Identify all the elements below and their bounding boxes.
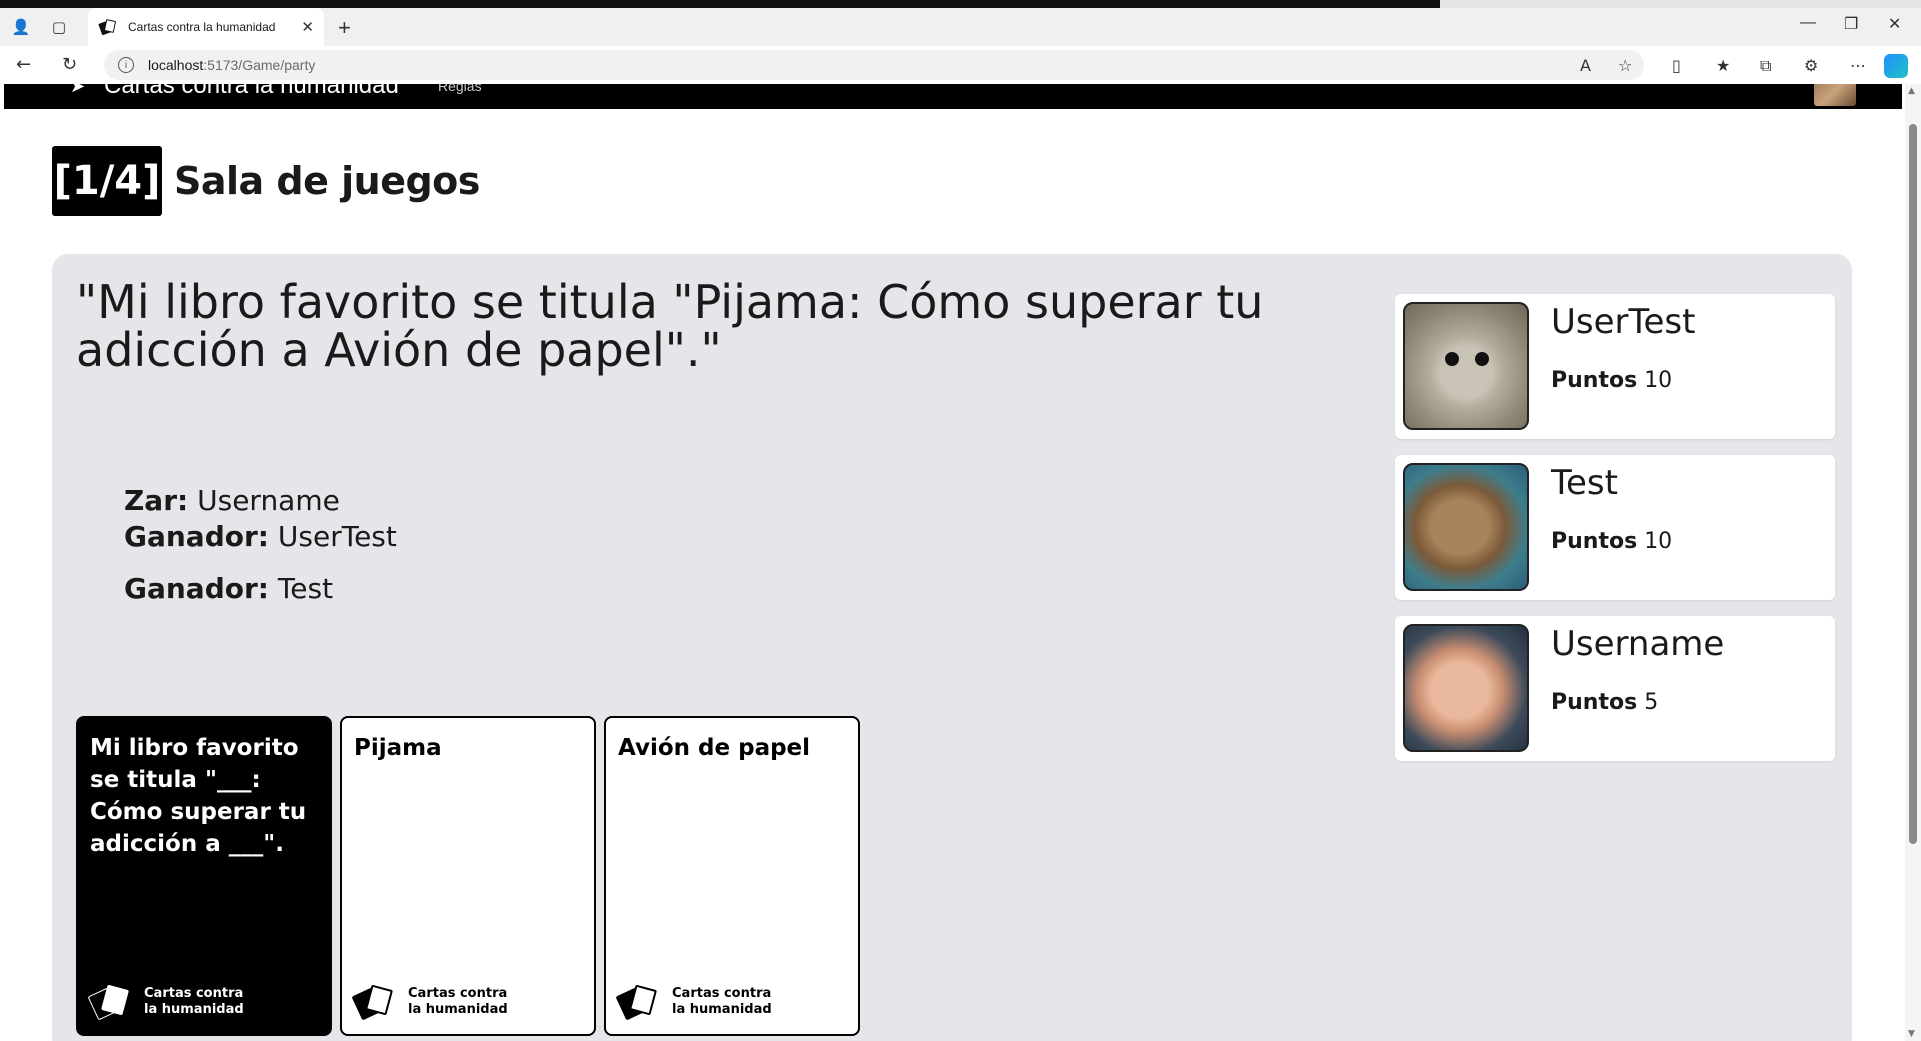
cards-favicon-icon (98, 19, 117, 36)
reload-icon[interactable]: ↻ (62, 54, 77, 75)
cards-logo-icon (87, 984, 130, 1021)
card-brand: Cartas contra la humanidad (87, 984, 244, 1021)
site-brand[interactable]: Cartas contra la humanidad (104, 84, 399, 100)
card-brand: Cartas contra la humanidad (351, 984, 508, 1021)
close-tab-icon[interactable]: ✕ (301, 18, 314, 36)
black-question-card: Mi libro favorito se titula "___: Cómo s… (76, 716, 332, 1036)
more-menu-icon[interactable]: ⋯ (1850, 56, 1866, 75)
profile-icon[interactable]: 👤 (12, 18, 31, 36)
white-answer-card[interactable]: Pijama Cartas contra la humanidad (340, 716, 596, 1036)
new-tab-button[interactable]: + (338, 15, 351, 41)
page-heading: [1/4] Sala de juegos (52, 146, 480, 216)
player-avatar (1403, 302, 1529, 430)
favorite-star-icon[interactable]: ☆ (1618, 56, 1632, 75)
player-card: Test Puntos 10 (1395, 455, 1835, 600)
user-avatar[interactable] (1814, 84, 1856, 106)
played-cards: Mi libro favorito se titula "___: Cómo s… (76, 716, 860, 1036)
player-points: Puntos 10 (1551, 368, 1673, 393)
split-screen-icon[interactable]: ▯ (1672, 56, 1681, 75)
card-brand: Cartas contra la humanidad (615, 984, 772, 1021)
read-aloud-icon[interactable]: A (1580, 56, 1591, 75)
player-card: Username Puntos 5 (1395, 616, 1835, 761)
player-avatar (1403, 463, 1529, 591)
scroll-up-icon[interactable]: ▲ (1908, 86, 1915, 96)
player-card: UserTest Puntos 10 (1395, 294, 1835, 439)
winner-line: Ganador: Test (124, 572, 334, 605)
address-bar[interactable]: i localhost:5173/Game/party (104, 50, 1644, 80)
round-counter-badge: [1/4] (52, 146, 162, 216)
cards-logo-icon (351, 984, 394, 1021)
collections-icon[interactable]: ⧉ (1760, 56, 1771, 76)
tab-actions-icon[interactable]: ▢ (50, 18, 68, 36)
player-name: UserTest (1551, 302, 1696, 342)
players-list: UserTest Puntos 10 Test Puntos 10 Userna… (1395, 294, 1835, 777)
rules-link[interactable]: Reglas (438, 84, 482, 94)
tab-title: Cartas contra la humanidad (128, 20, 276, 34)
url-text: localhost:5173/Game/party (148, 57, 316, 73)
close-window-icon[interactable]: ✕ (1888, 14, 1901, 34)
page-scrollbar[interactable]: ▲ ▼ (1905, 84, 1921, 1041)
tab-strip: 👤 ▢ Cartas contra la humanidad ✕ + — ❐ ✕ (0, 8, 1921, 46)
winner-line: Ganador: UserTest (124, 520, 397, 553)
extensions-icon[interactable]: ⚙ (1804, 56, 1818, 75)
round-info: Zar: Username Ganador: UserTest Ganador:… (124, 484, 397, 608)
scrollbar-thumb[interactable] (1909, 124, 1917, 844)
page-viewport: ➤ Cartas contra la humanidad Reglas [1/4… (0, 84, 1921, 1041)
player-avatar (1403, 624, 1529, 752)
page-title: Sala de juegos (174, 159, 480, 203)
address-bar-row: ← ↻ i localhost:5173/Game/party A ☆ ▯ ★ … (0, 46, 1921, 84)
player-name: Test (1551, 463, 1618, 503)
game-panel: "Mi libro favorito se titula "Pijama: Có… (52, 254, 1852, 1041)
brand-arrow-icon: ➤ (70, 84, 86, 97)
restore-icon[interactable]: ❐ (1844, 14, 1858, 34)
site-navbar: ➤ Cartas contra la humanidad Reglas (4, 84, 1902, 109)
zar-line: Zar: Username (124, 484, 340, 517)
player-points: Puntos 10 (1551, 529, 1673, 554)
player-points: Puntos 5 (1551, 690, 1659, 715)
site-info-icon[interactable]: i (118, 57, 134, 73)
favorites-icon[interactable]: ★ (1716, 56, 1730, 75)
copilot-icon[interactable] (1884, 54, 1908, 78)
round-result-sentence: "Mi libro favorito se titula "Pijama: Có… (76, 275, 1264, 377)
back-icon[interactable]: ← (16, 54, 31, 75)
cards-logo-icon (615, 984, 658, 1021)
minimize-icon[interactable]: — (1800, 14, 1816, 32)
browser-tab-active[interactable]: Cartas contra la humanidad ✕ (88, 8, 324, 46)
player-name: Username (1551, 624, 1725, 664)
scroll-down-icon[interactable]: ▼ (1908, 1029, 1915, 1039)
white-answer-card[interactable]: Avión de papel Cartas contra la humanidad (604, 716, 860, 1036)
page-load-progress (0, 0, 1921, 8)
